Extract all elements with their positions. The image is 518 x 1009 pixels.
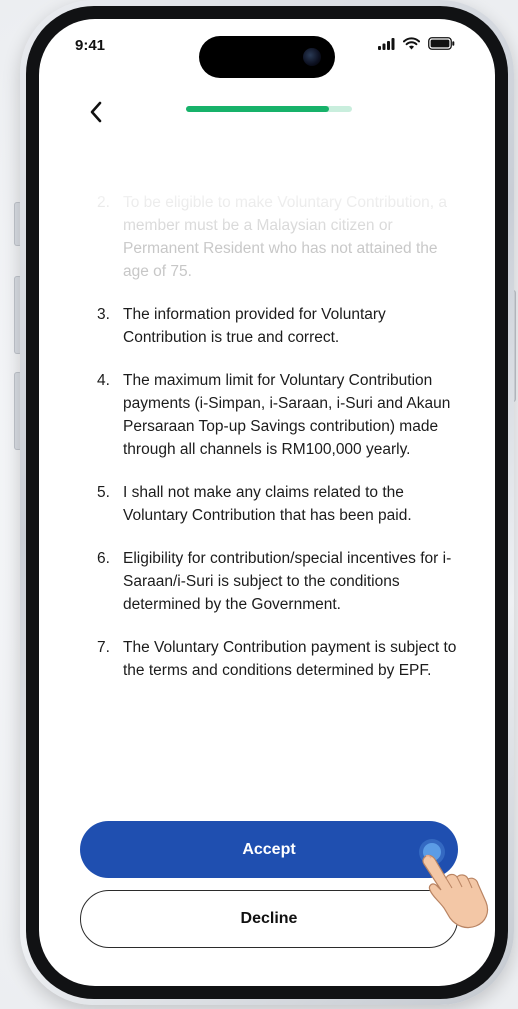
list-item: 2. To be eligible to make Voluntary Cont… bbox=[97, 191, 457, 283]
list-item: 5. I shall not make any claims related t… bbox=[97, 481, 457, 527]
terms-list: 2. To be eligible to make Voluntary Cont… bbox=[97, 191, 457, 702]
signal-icon bbox=[378, 37, 395, 50]
term-text: To be eligible to make Voluntary Contrib… bbox=[123, 194, 447, 280]
term-text: The Voluntary Contribution payment is su… bbox=[123, 639, 457, 679]
status-indicators bbox=[378, 37, 455, 50]
term-number: 6. bbox=[97, 550, 110, 567]
term-text: Eligibility for contribution/special inc… bbox=[123, 550, 452, 613]
term-number: 5. bbox=[97, 484, 110, 501]
term-text: The maximum limit for Voluntary Contribu… bbox=[123, 372, 451, 458]
chevron-left-icon bbox=[90, 101, 102, 123]
wifi-icon bbox=[403, 37, 420, 50]
accept-button[interactable]: Accept bbox=[80, 821, 458, 878]
term-text: I shall not make any claims related to t… bbox=[123, 484, 412, 524]
term-number: 7. bbox=[97, 639, 110, 656]
battery-icon bbox=[428, 37, 455, 50]
term-number: 3. bbox=[97, 306, 110, 323]
front-camera-icon bbox=[303, 48, 321, 66]
term-text: The information provided for Voluntary C… bbox=[123, 306, 386, 346]
list-item: 3. The information provided for Voluntar… bbox=[97, 303, 457, 349]
term-number: 2. bbox=[97, 194, 110, 211]
pointing-hand-icon bbox=[422, 854, 489, 929]
decline-button[interactable]: Decline bbox=[80, 890, 458, 948]
step-progress-bar bbox=[186, 106, 352, 112]
dynamic-island bbox=[199, 36, 335, 78]
list-item: 6. Eligibility for contribution/special … bbox=[97, 547, 457, 616]
back-button[interactable] bbox=[83, 99, 109, 125]
step-progress-fill bbox=[186, 106, 329, 112]
list-item: 7. The Voluntary Contribution payment is… bbox=[97, 636, 457, 682]
status-time: 9:41 bbox=[75, 37, 106, 54]
phone-screen: 9:41 2. To be eligible to make Voluntary… bbox=[39, 19, 495, 986]
list-item: 4. The maximum limit for Voluntary Contr… bbox=[97, 369, 457, 461]
term-number: 4. bbox=[97, 372, 110, 389]
mockup-stage: 9:41 2. To be eligible to make Voluntary… bbox=[0, 0, 518, 1009]
